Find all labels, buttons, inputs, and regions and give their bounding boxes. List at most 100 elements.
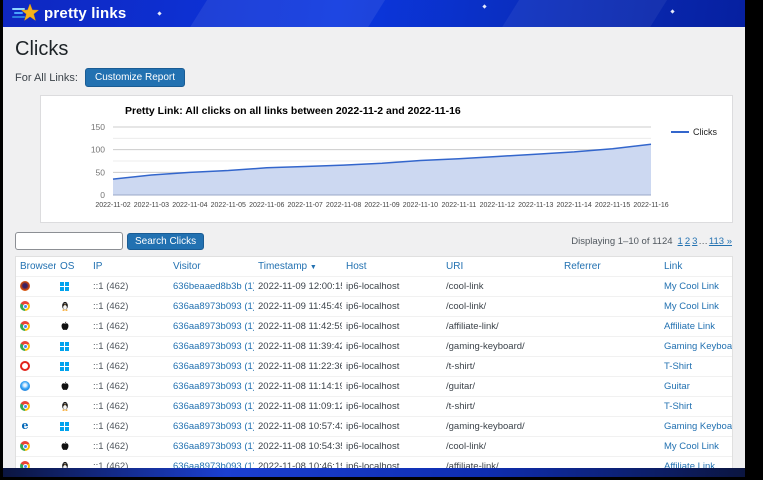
referrer-cell — [560, 297, 660, 317]
visitor-link[interactable]: 636aa8973b093 (1) — [173, 441, 254, 452]
uri-cell: /cool-link/ — [442, 437, 560, 457]
page-link-last[interactable]: 113 » — [709, 236, 732, 247]
apple-icon — [60, 321, 70, 331]
referrer-cell — [560, 397, 660, 417]
os-cell — [56, 297, 89, 317]
table-row: ::1 (462)636aa8973b093 (1)2022-11-08 11:… — [16, 357, 732, 377]
pagination-top: Displaying 1–10 of 1124 123…113 » — [571, 236, 733, 247]
pretty-link[interactable]: My Cool Link — [664, 281, 719, 292]
referrer-cell — [560, 337, 660, 357]
windows-icon — [60, 422, 69, 431]
logo-text: pretty links — [44, 5, 126, 22]
customize-report-button[interactable]: Customize Report — [85, 68, 185, 87]
host-cell: ip6-localhost — [342, 337, 442, 357]
pretty-link[interactable]: Affiliate Link — [664, 321, 715, 332]
ip-cell: ::1 (462) — [89, 417, 169, 437]
ip-cell: ::1 (462) — [89, 297, 169, 317]
page-links: 123…113 » — [677, 236, 733, 247]
referrer-cell — [560, 317, 660, 337]
visitor-link[interactable]: 636beaaed8b3b (1) — [173, 281, 254, 292]
visitor-link[interactable]: 636aa8973b093 (1) — [173, 341, 254, 352]
browser-cell — [16, 397, 56, 417]
pretty-link[interactable]: T-Shirt — [664, 401, 692, 412]
visitor-cell: 636aa8973b093 (1) — [169, 417, 254, 437]
timestamp-cell: 2022-11-08 10:54:35 — [254, 437, 342, 457]
svg-text:2022-11-07: 2022-11-07 — [287, 202, 322, 209]
column-header-visitor[interactable]: Visitor — [173, 261, 201, 272]
sort-desc-icon: ▼ — [310, 264, 317, 271]
svg-text:Clicks: Clicks — [693, 127, 717, 137]
browser-cell — [16, 297, 56, 317]
visitor-cell: 636aa8973b093 (1) — [169, 297, 254, 317]
timestamp-cell: 2022-11-08 10:57:43 — [254, 417, 342, 437]
svg-text:2022-11-06: 2022-11-06 — [249, 202, 284, 209]
table-row: ::1 (462)636aa8973b093 (1)2022-11-08 11:… — [16, 397, 732, 417]
table-row: ::1 (462)636aa8973b093 (1)2022-11-08 11:… — [16, 317, 732, 337]
pretty-link[interactable]: Gaming Keyboard — [664, 421, 732, 432]
uri-cell: /cool-link — [442, 277, 560, 297]
search-input[interactable] — [15, 232, 123, 250]
os-cell — [56, 317, 89, 337]
column-header-browser[interactable]: Browser — [20, 261, 56, 272]
linux-icon — [60, 301, 70, 311]
uri-cell: /t-shirt/ — [442, 357, 560, 377]
referrer-cell — [560, 377, 660, 397]
screen: { "header": { "logo_text": "pretty links… — [0, 0, 763, 480]
page-link-2[interactable]: 2 — [685, 236, 690, 247]
sparkle-icon — [157, 11, 161, 15]
column-header-link[interactable]: Link — [664, 261, 682, 272]
page-link-3[interactable]: 3 — [692, 236, 697, 247]
safari-icon — [20, 381, 30, 391]
page-link-1[interactable]: 1 — [678, 236, 683, 247]
link-cell: Affiliate Link — [660, 317, 732, 337]
column-header-referrer[interactable]: Referrer — [564, 261, 601, 272]
browser-cell — [16, 317, 56, 337]
visitor-link[interactable]: 636aa8973b093 (1) — [173, 381, 254, 392]
svg-text:Pretty Link: All clicks on all: Pretty Link: All clicks on all links bet… — [125, 105, 461, 117]
chrome-icon — [20, 301, 30, 311]
svg-text:100: 100 — [91, 145, 105, 155]
pretty-link[interactable]: Guitar — [664, 381, 690, 392]
timestamp-cell: 2022-11-09 11:45:49 — [254, 297, 342, 317]
uri-cell: /t-shirt/ — [442, 397, 560, 417]
timestamp-cell: 2022-11-08 11:14:19 — [254, 377, 342, 397]
referrer-cell — [560, 417, 660, 437]
displaying-count: Displaying 1–10 of 1124 — [571, 236, 672, 247]
table-row: ::1 (462)636aa8973b093 (1)2022-11-08 11:… — [16, 337, 732, 357]
link-cell: Gaming Keyboard — [660, 417, 732, 437]
column-header-ip[interactable]: IP — [93, 261, 102, 272]
page-title: Clicks — [15, 38, 733, 61]
visitor-link[interactable]: 636aa8973b093 (1) — [173, 401, 254, 412]
referrer-cell — [560, 277, 660, 297]
column-header-uri[interactable]: URI — [446, 261, 463, 272]
pretty-link[interactable]: My Cool Link — [664, 301, 719, 312]
host-cell: ip6-localhost — [342, 277, 442, 297]
column-header-host[interactable]: Host — [346, 261, 367, 272]
svg-text:2022-11-09: 2022-11-09 — [364, 202, 399, 209]
search-clicks-button[interactable]: Search Clicks — [127, 233, 204, 250]
visitor-link[interactable]: 636aa8973b093 (1) — [173, 301, 254, 312]
visitor-link[interactable]: 636aa8973b093 (1) — [173, 361, 254, 372]
table-header-row: Browser OS IP Visitor Timestamp ▼ Host URI Refe… — [16, 257, 732, 277]
timestamp-cell: 2022-11-08 11:22:36 — [254, 357, 342, 377]
pretty-link[interactable]: T-Shirt — [664, 361, 692, 372]
svg-text:2022-11-10: 2022-11-10 — [403, 202, 438, 209]
svg-text:2022-11-11: 2022-11-11 — [441, 202, 476, 209]
ip-cell: ::1 (462) — [89, 337, 169, 357]
os-cell — [56, 357, 89, 377]
host-cell: ip6-localhost — [342, 377, 442, 397]
visitor-link[interactable]: 636aa8973b093 (1) — [173, 321, 254, 332]
column-header-os[interactable]: OS — [60, 261, 74, 272]
visitor-link[interactable]: 636aa8973b093 (1) — [173, 421, 254, 432]
pretty-link[interactable]: Gaming Keyboard — [664, 341, 732, 352]
uri-cell: /gaming-keyboard/ — [442, 337, 560, 357]
browser-cell — [16, 337, 56, 357]
timestamp-cell: 2022-11-08 11:09:12 — [254, 397, 342, 417]
filter-row: For All Links: Customize Report — [15, 68, 733, 87]
column-header-timestamp[interactable]: Timestamp — [258, 261, 307, 272]
svg-text:2022-11-05: 2022-11-05 — [211, 202, 246, 209]
pretty-link[interactable]: My Cool Link — [664, 441, 719, 452]
host-cell: ip6-localhost — [342, 417, 442, 437]
table-row: ::1 (462)636beaaed8b3b (1)2022-11-09 12:… — [16, 277, 732, 297]
windows-icon — [60, 282, 69, 291]
